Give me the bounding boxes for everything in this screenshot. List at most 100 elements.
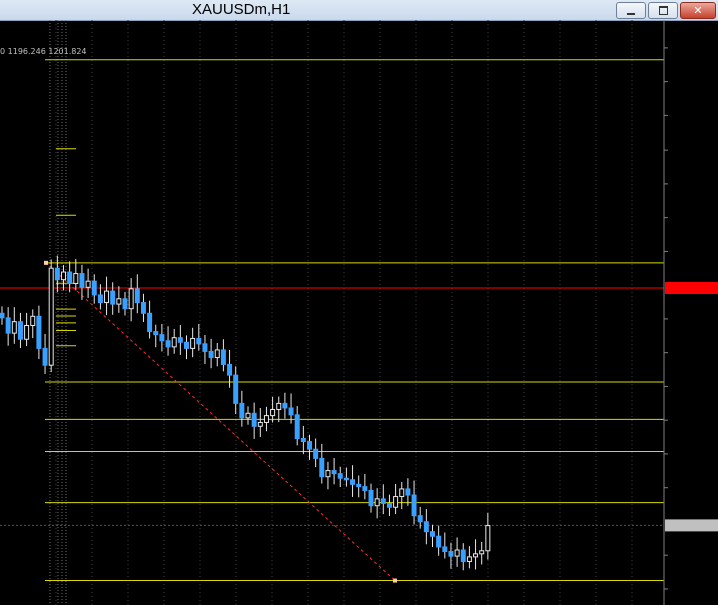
fib-trend-line xyxy=(45,262,396,581)
candle-body xyxy=(374,498,380,507)
fibonacci-levels xyxy=(0,59,664,582)
candle-body xyxy=(54,267,60,281)
candle-body xyxy=(11,321,17,334)
fib-anchor-point xyxy=(393,578,397,583)
candle-body xyxy=(196,337,202,345)
candle-body xyxy=(30,315,36,326)
candle-body xyxy=(245,412,251,419)
last-price-box xyxy=(665,519,718,532)
candle-body xyxy=(307,441,312,450)
candle-body xyxy=(177,337,183,343)
candle-body xyxy=(405,488,411,496)
trend-line xyxy=(44,260,397,583)
title-bar[interactable]: XAUUSDm,H1 ✕ xyxy=(0,0,718,21)
bid-price-box xyxy=(665,282,718,295)
candle-body xyxy=(104,290,110,304)
candle-body xyxy=(343,477,349,481)
candle-body xyxy=(319,457,325,478)
candle-body xyxy=(263,415,269,423)
candle-body xyxy=(153,331,159,336)
candle-body xyxy=(214,349,220,359)
candle-body xyxy=(337,473,343,479)
candle-body xyxy=(227,363,233,376)
candle-body xyxy=(393,496,399,508)
candle-body xyxy=(282,402,288,409)
candle-body xyxy=(417,515,423,523)
candle-body xyxy=(399,488,405,498)
candle-body xyxy=(350,479,356,485)
candle-body xyxy=(479,550,485,555)
candle-body xyxy=(251,412,257,427)
candle-body xyxy=(140,302,146,314)
candle-body xyxy=(208,350,214,359)
candle-body xyxy=(362,486,368,491)
minimize-icon xyxy=(627,12,635,15)
candle-body xyxy=(128,288,134,310)
candle-body xyxy=(17,321,23,340)
candle-body xyxy=(294,414,300,440)
window-title: XAUUSDm,H1 xyxy=(192,1,291,18)
candle-body xyxy=(73,273,79,284)
candle-body xyxy=(91,280,97,296)
candle-body xyxy=(257,421,263,427)
candle-body xyxy=(61,271,66,281)
candle-body xyxy=(220,349,226,365)
candle-body xyxy=(473,553,479,558)
minimize-button[interactable] xyxy=(616,2,646,19)
candle-body xyxy=(436,535,442,548)
candle-body xyxy=(48,267,54,366)
candle-body xyxy=(67,271,73,284)
candle-body xyxy=(85,280,91,288)
candle-body xyxy=(233,374,239,404)
price-axis xyxy=(663,20,718,605)
candle-body xyxy=(300,438,306,443)
candle-body xyxy=(485,525,491,552)
candle-body xyxy=(448,551,454,557)
candle-body xyxy=(411,494,417,517)
candle-body xyxy=(454,549,460,557)
candle-body xyxy=(190,337,196,349)
candle-body xyxy=(171,337,177,348)
chart-area[interactable]: 0 1196.246 1201.824 xyxy=(0,20,718,605)
candle-body xyxy=(202,343,208,352)
candle-body xyxy=(36,315,42,349)
candle-body xyxy=(116,298,122,305)
candle-body xyxy=(430,531,435,537)
candle-body xyxy=(423,521,429,533)
chart-window: XAUUSDm,H1 ✕ 0 1196.246 1201.824 xyxy=(0,0,718,605)
price-chart[interactable] xyxy=(0,20,718,605)
ohlc-readout: 0 1196.246 1201.824 xyxy=(0,47,87,56)
fib-anchor-point xyxy=(44,260,48,265)
candle-body xyxy=(368,489,374,507)
candle-body xyxy=(276,402,282,410)
candle-body xyxy=(288,407,294,416)
candle-body xyxy=(356,483,362,488)
close-button[interactable]: ✕ xyxy=(680,2,716,19)
candle-body xyxy=(110,290,116,305)
candle-body xyxy=(0,312,5,319)
candle-body xyxy=(386,502,392,508)
close-icon: ✕ xyxy=(693,4,703,17)
candle-body xyxy=(325,470,331,478)
candle-body xyxy=(42,347,48,366)
candle-body xyxy=(184,341,189,349)
candle-body xyxy=(159,334,165,342)
candle-body xyxy=(331,470,337,475)
candle-body xyxy=(97,294,103,304)
candle-body xyxy=(460,549,466,562)
candle-body xyxy=(442,546,448,553)
candle-body xyxy=(134,288,140,304)
candle-body xyxy=(239,402,245,419)
candle-body xyxy=(24,324,30,340)
candle-body xyxy=(147,312,153,333)
candle-body xyxy=(165,340,171,348)
candle-body xyxy=(122,298,128,310)
restore-icon xyxy=(658,6,668,15)
candle-body xyxy=(380,498,386,504)
restore-button[interactable] xyxy=(648,2,678,19)
candle-body xyxy=(270,408,276,417)
candle-body xyxy=(79,273,85,288)
candle-body xyxy=(313,448,319,459)
candle-body xyxy=(5,317,11,334)
candle-body xyxy=(466,556,472,562)
